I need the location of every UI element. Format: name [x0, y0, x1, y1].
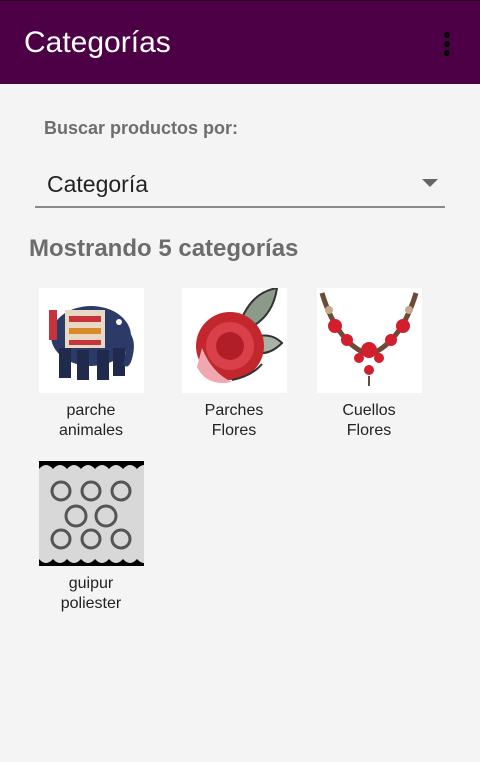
app-bar: Categorías — [0, 0, 480, 84]
category-label: Cuellos Flores — [342, 402, 396, 439]
category-label: Parches Flores — [204, 402, 264, 439]
results-count-heading: Mostrando 5 categorías — [29, 235, 299, 262]
guipure-lace-image — [38, 461, 144, 566]
dropdown-arrow-icon — [422, 179, 438, 187]
more-vert-icon[interactable] — [432, 25, 462, 61]
category-item[interactable]: Cuellos Flores — [299, 288, 439, 441]
category-item[interactable]: guipur poliester — [21, 461, 161, 614]
search-by-label: Buscar productos por: — [44, 118, 239, 138]
select-value: Categoría — [47, 171, 149, 197]
category-label: guipur poliester — [60, 575, 122, 612]
category-item[interactable]: parche animales — [21, 288, 161, 441]
floral-collar-image — [316, 288, 422, 393]
page-title: Categorías — [24, 26, 171, 59]
search-by-select[interactable]: Categoría — [35, 164, 445, 208]
category-label: parche animales — [58, 402, 124, 439]
category-item[interactable]: Parches Flores — [164, 288, 304, 441]
elephant-patch-image — [38, 288, 144, 393]
rose-patch-image — [181, 288, 287, 393]
